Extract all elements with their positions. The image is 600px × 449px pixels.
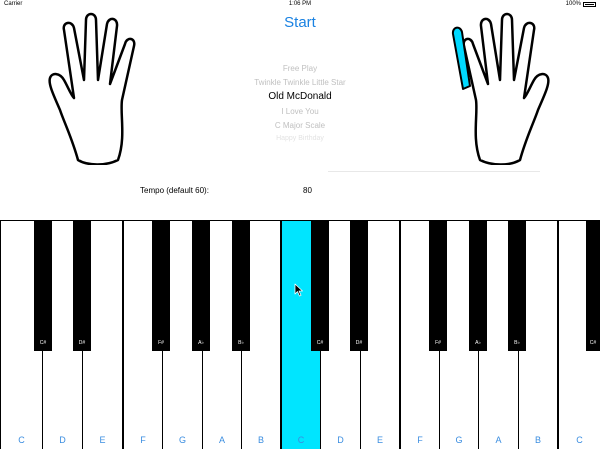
key-label: A <box>218 435 225 445</box>
key-label: B <box>534 435 541 445</box>
key-label: F# <box>435 340 441 346</box>
key-label: C# <box>589 340 597 346</box>
divider <box>328 171 540 172</box>
key-label: C <box>18 435 25 445</box>
key-label: A♭ <box>198 340 204 346</box>
key-label: D <box>59 435 66 445</box>
key-label: C# <box>316 340 324 346</box>
key-label: E <box>376 435 383 445</box>
key-label: G <box>178 435 186 445</box>
black-key[interactable]: A♭ <box>469 221 487 351</box>
key-label: D <box>337 435 344 445</box>
key-label: A♭ <box>475 340 481 346</box>
black-key[interactable]: D# <box>350 221 368 351</box>
song-option[interactable]: I Love You <box>228 105 372 119</box>
song-picker[interactable]: Free Play Twinkle Twinkle Little Star Ol… <box>228 62 372 142</box>
key-label: B♭ <box>238 340 244 346</box>
black-key[interactable]: F# <box>429 221 447 351</box>
song-option[interactable]: Free Play <box>228 62 372 76</box>
black-key[interactable]: C# <box>586 221 600 351</box>
song-option[interactable]: Happy Birthday <box>228 132 372 146</box>
battery-percent: 100% <box>565 1 581 7</box>
key-label: F# <box>158 340 164 346</box>
key-label: A <box>495 435 502 445</box>
key-label: C <box>297 435 305 445</box>
status-bar: Carrier 1:06 PM 100% <box>0 0 600 9</box>
mouse-cursor-icon <box>294 283 303 297</box>
key-label: B <box>257 435 264 445</box>
battery-indicator: 100% <box>566 1 596 7</box>
key-label: C <box>576 435 583 445</box>
key-label: C# <box>39 340 47 346</box>
battery-icon <box>583 1 596 7</box>
song-option[interactable]: C Major Scale <box>228 119 372 133</box>
black-key[interactable]: B♭ <box>232 221 250 351</box>
black-key[interactable]: B♭ <box>508 221 526 351</box>
black-key[interactable]: A♭ <box>192 221 210 351</box>
key-label: F <box>140 435 146 445</box>
start-button[interactable]: Start <box>270 14 330 36</box>
tempo-input[interactable]: 80 <box>303 186 312 195</box>
black-key[interactable]: D# <box>73 221 91 351</box>
key-label: D# <box>355 340 363 346</box>
key-label: D# <box>78 340 86 346</box>
key-label: G <box>455 435 463 445</box>
right-hand-icon <box>451 12 550 165</box>
black-key[interactable]: F# <box>152 221 170 351</box>
tempo-label: Tempo (default 60): <box>140 186 209 195</box>
song-option[interactable]: Twinkle Twinkle Little Star <box>228 76 372 90</box>
black-key[interactable]: C# <box>311 221 329 351</box>
key-label: B♭ <box>514 340 520 346</box>
piano-keyboard: C D E F G A B C D E F G A B C C# D# F# A… <box>0 220 600 449</box>
black-key[interactable]: C# <box>34 221 52 351</box>
left-hand-icon <box>48 12 136 165</box>
status-time: 1:06 PM <box>288 1 312 7</box>
key-label: F <box>417 435 423 445</box>
key-label: E <box>99 435 106 445</box>
song-option-selected[interactable]: Old McDonald <box>228 89 372 105</box>
